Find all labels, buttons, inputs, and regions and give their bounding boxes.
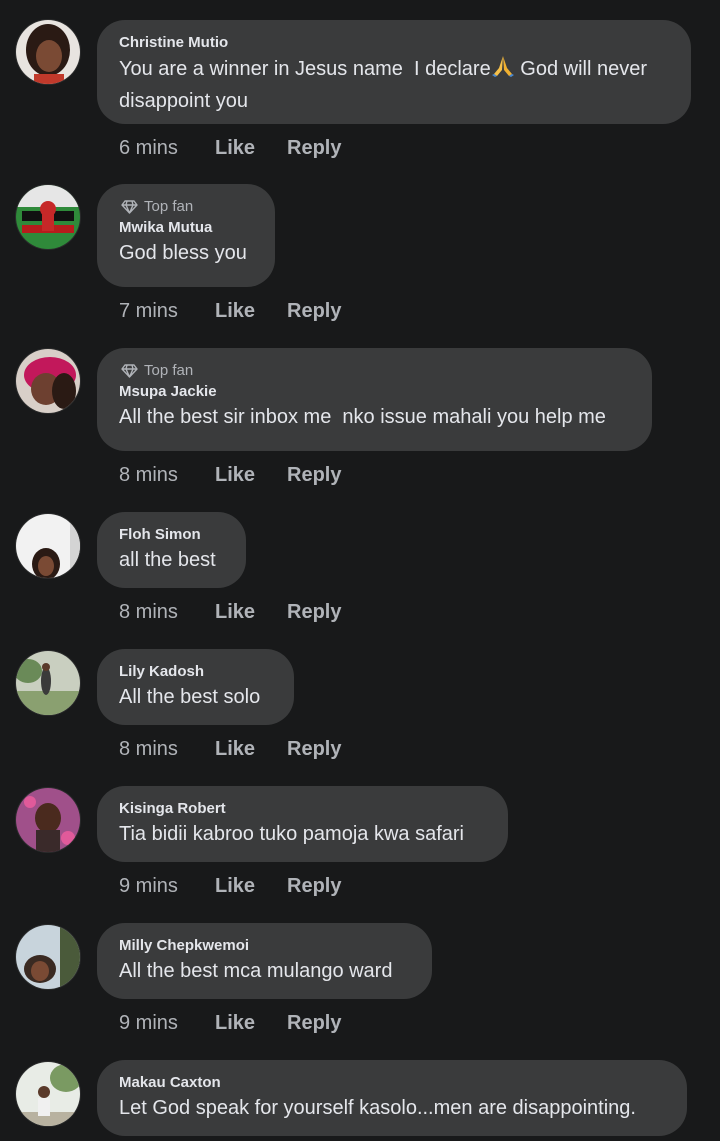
comment-actions: 9 mins Like Reply [119,875,341,898]
comment-time[interactable]: 8 mins [119,464,215,487]
diamond-icon [121,199,138,214]
reply-button[interactable]: Reply [287,300,341,323]
comment-author[interactable]: Floh Simon [119,526,224,544]
comment-bubble: Floh Simon all the best [97,512,246,588]
comment-text: You are a winner in Jesus name I declare… [119,54,669,116]
comment-author[interactable]: Msupa Jackie [119,383,630,401]
comment-author[interactable]: Kisinga Robert [119,800,486,818]
comment-time[interactable]: 8 mins [119,738,215,761]
comment-text: All the best solo [119,686,261,708]
avatar[interactable] [16,651,80,715]
comment-bubble: Christine Mutio You are a winner in Jesu… [97,20,691,124]
comment-text: Tia bidii kabroo tuko pamoja kwa safari [119,823,464,845]
comment-bubble: Top fan Msupa Jackie All the best sir in… [97,348,652,451]
comment-text: All the best sir inbox me nko issue maha… [119,406,606,428]
comment-actions: 7 mins Like Reply [119,300,341,323]
reply-button[interactable]: Reply [287,738,341,761]
comment-bubble: Makau Caxton Let God speak for yourself … [97,1060,687,1136]
comment-time[interactable]: 9 mins [119,875,215,898]
like-button[interactable]: Like [215,1012,287,1035]
top-fan-badge: Top fan [121,362,630,379]
comment-bubble: Kisinga Robert Tia bidii kabroo tuko pam… [97,786,508,862]
comment-text: all the best [119,549,216,571]
diamond-icon [121,363,138,378]
comment-actions: 8 mins Like Reply [119,738,341,761]
like-button[interactable]: Like [215,601,287,624]
comment-time[interactable]: 7 mins [119,300,215,323]
comment-time[interactable]: 6 mins [119,137,215,160]
avatar[interactable] [16,514,80,578]
comment-author[interactable]: Mwika Mutua [119,219,253,237]
folded-hands-icon [491,54,515,87]
avatar[interactable] [16,349,80,413]
like-button[interactable]: Like [215,464,287,487]
comment-actions: 6 mins Like Reply [119,137,341,160]
like-button[interactable]: Like [215,738,287,761]
like-button[interactable]: Like [215,875,287,898]
comment-actions: 9 mins Like Reply [119,1012,341,1035]
comment-actions: 8 mins Like Reply [119,601,341,624]
comment-author[interactable]: Lily Kadosh [119,663,272,681]
reply-button[interactable]: Reply [287,875,341,898]
top-fan-badge: Top fan [121,198,253,215]
comment-text: All the best mca mulango ward [119,960,393,982]
comment-text: Let God speak for yourself kasolo...men … [119,1097,636,1119]
avatar[interactable] [16,1062,80,1126]
reply-button[interactable]: Reply [287,137,341,160]
reply-button[interactable]: Reply [287,601,341,624]
like-button[interactable]: Like [215,300,287,323]
comment-bubble: Milly Chepkwemoi All the best mca mulang… [97,923,432,999]
comment-actions: 8 mins Like Reply [119,464,341,487]
comment-time[interactable]: 9 mins [119,1012,215,1035]
comment-bubble: Top fan Mwika Mutua God bless you [97,184,275,287]
reply-button[interactable]: Reply [287,464,341,487]
avatar[interactable] [16,185,80,249]
like-button[interactable]: Like [215,137,287,160]
comment-author[interactable]: Makau Caxton [119,1074,665,1092]
reply-button[interactable]: Reply [287,1012,341,1035]
avatar[interactable] [16,788,80,852]
comment-time[interactable]: 8 mins [119,601,215,624]
avatar[interactable] [16,20,80,84]
comment-bubble: Lily Kadosh All the best solo [97,649,294,725]
avatar[interactable] [16,925,80,989]
comment-author[interactable]: Christine Mutio [119,34,669,52]
comment-author[interactable]: Milly Chepkwemoi [119,937,410,955]
comment-text: God bless you [119,242,247,264]
